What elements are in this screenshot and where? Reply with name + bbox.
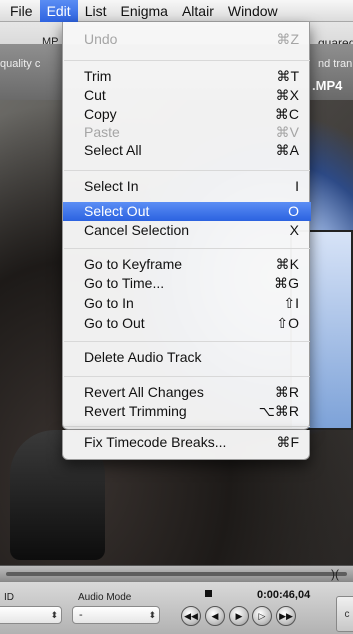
menu-item-label: Go to Out — [84, 315, 145, 331]
menu-altair[interactable]: Altair — [175, 0, 221, 22]
title-right-text: nd tran — [318, 58, 353, 70]
menu-item-copy[interactable]: Copy ⌘C — [63, 105, 311, 124]
select-arrows-icon: ⬍ — [50, 610, 58, 620]
menu-item-delete-audio-track[interactable]: Delete Audio Track — [63, 348, 311, 367]
edit-menu: Undo ⌘Z Trim ⌘T Cut ⌘X Copy ⌘C Paste ⌘V … — [62, 22, 311, 430]
menu-separator — [64, 60, 310, 61]
menu-item-revert-trimming[interactable]: Revert Trimming ⌥⌘R — [63, 402, 311, 421]
title-left-text: quality c — [0, 58, 41, 70]
fast-forward-icon[interactable]: ▶▶ — [276, 606, 296, 626]
menu-item-trim[interactable]: Trim ⌘T — [63, 67, 311, 86]
menu-item-shortcut: ⌘T — [276, 68, 299, 84]
menu-item-go-to-out[interactable]: Go to Out ⇧O — [63, 314, 311, 333]
menu-item-shortcut: ⌘R — [274, 384, 299, 400]
menu-item-label: Undo — [84, 31, 118, 47]
menu-separator — [64, 376, 310, 377]
id-select[interactable]: ⬍ — [0, 606, 62, 624]
menu-item-label: Go to In — [84, 295, 134, 311]
id-label: ID — [4, 592, 14, 603]
menu-separator — [64, 248, 310, 249]
menu-item-label: Cut — [84, 87, 106, 103]
menu-list[interactable]: List — [78, 0, 114, 22]
menu-enigma[interactable]: Enigma — [113, 0, 174, 22]
menu-item-select-all[interactable]: Select All ⌘A — [63, 141, 311, 160]
menu-item-shortcut: ⇧O — [276, 315, 299, 331]
menu-item-shortcut: ⌘G — [274, 275, 299, 291]
edit-menu-tail: Fix Timecode Breaks... ⌘F — [62, 430, 310, 460]
menu-item-shortcut: ⌘X — [275, 87, 299, 103]
menu-item-label: Go to Keyframe — [84, 256, 183, 272]
rewind-icon[interactable]: ◀◀ — [181, 606, 201, 626]
menu-item-go-to-time[interactable]: Go to Time... ⌘G — [63, 274, 311, 293]
menu-item-shortcut: ⌘F — [276, 434, 299, 450]
menu-item-label: Fix Timecode Breaks... — [84, 434, 227, 450]
menu-item-label: Select All — [84, 142, 142, 158]
audio-mode-label: Audio Mode — [78, 592, 132, 603]
scrubber-track[interactable] — [6, 572, 347, 576]
menu-item-shortcut: ⌘C — [274, 106, 299, 122]
stop-icon[interactable] — [205, 590, 212, 597]
menu-item-label: Revert Trimming — [84, 403, 187, 419]
menu-item-shortcut: ⌘A — [275, 142, 299, 158]
menu-item-undo[interactable]: Undo ⌘Z — [63, 30, 311, 49]
menu-item-shortcut: I — [295, 178, 299, 194]
menu-item-shortcut: X — [289, 222, 299, 238]
play-icon[interactable]: ▶ — [229, 606, 249, 626]
menu-item-label: Cancel Selection — [84, 222, 190, 238]
menu-item-shortcut: ⇧I — [283, 295, 299, 311]
menu-item-cancel-selection[interactable]: Cancel Selection X — [63, 221, 311, 240]
playback-controls: ID Audio Mode ⬍ - ⬍ 0:00:46,04 ◀◀ ◀ ▶ ▷ … — [0, 581, 353, 634]
menu-item-shortcut: ⌘Z — [276, 31, 299, 47]
file-name-extension: .MP4 — [312, 78, 343, 93]
menu-item-paste[interactable]: Paste ⌘V — [63, 123, 311, 142]
menu-item-go-to-in[interactable]: Go to In ⇧I — [63, 294, 311, 313]
menu-item-shortcut: ⌘V — [275, 124, 299, 140]
menu-item-label: Select Out — [84, 203, 150, 219]
timecode-display: 0:00:46,04 — [257, 589, 311, 601]
menu-item-shortcut: O — [288, 203, 299, 219]
menu-item-shortcut: ⌘K — [275, 256, 299, 272]
select-arrows-icon: ⬍ — [148, 610, 156, 620]
menu-item-label: Delete Audio Track — [84, 349, 202, 365]
right-edge-button[interactable]: c — [336, 596, 353, 632]
menu-item-label: Trim — [84, 68, 112, 84]
menu-item-fix-timecode-breaks[interactable]: Fix Timecode Breaks... ⌘F — [63, 433, 311, 452]
menu-item-label: Copy — [84, 106, 117, 122]
menu-edit[interactable]: Edit — [39, 0, 78, 22]
menu-item-label: Select In — [84, 178, 139, 194]
menu-separator — [64, 170, 310, 171]
playhead-marker-icon[interactable]: )( — [331, 566, 339, 582]
audio-mode-select[interactable]: - ⬍ — [72, 606, 160, 624]
previous-frame-icon[interactable]: ◀ — [205, 606, 225, 626]
menu-item-revert-all-changes[interactable]: Revert All Changes ⌘R — [63, 383, 311, 402]
menu-item-label: Revert All Changes — [84, 384, 204, 400]
menu-item-label: Go to Time... — [84, 275, 165, 291]
menu-item-select-in[interactable]: Select In I — [63, 177, 311, 196]
next-frame-icon[interactable]: ▷ — [252, 606, 272, 626]
audio-mode-value: - — [79, 609, 83, 621]
menu-item-cut[interactable]: Cut ⌘X — [63, 86, 311, 105]
timeline-scrubber[interactable]: )( — [0, 565, 353, 581]
menu-window[interactable]: Window — [221, 0, 285, 22]
menu-item-select-out[interactable]: Select Out O — [63, 202, 311, 221]
menu-bar: File Edit List Enigma Altair Window — [0, 0, 353, 22]
menu-item-shortcut: ⌥⌘R — [258, 403, 299, 419]
menu-separator — [64, 426, 310, 427]
menu-separator — [64, 341, 310, 342]
menu-item-go-to-keyframe[interactable]: Go to Keyframe ⌘K — [63, 255, 311, 274]
menu-item-label: Paste — [84, 124, 120, 140]
menu-file[interactable]: File — [0, 0, 40, 22]
